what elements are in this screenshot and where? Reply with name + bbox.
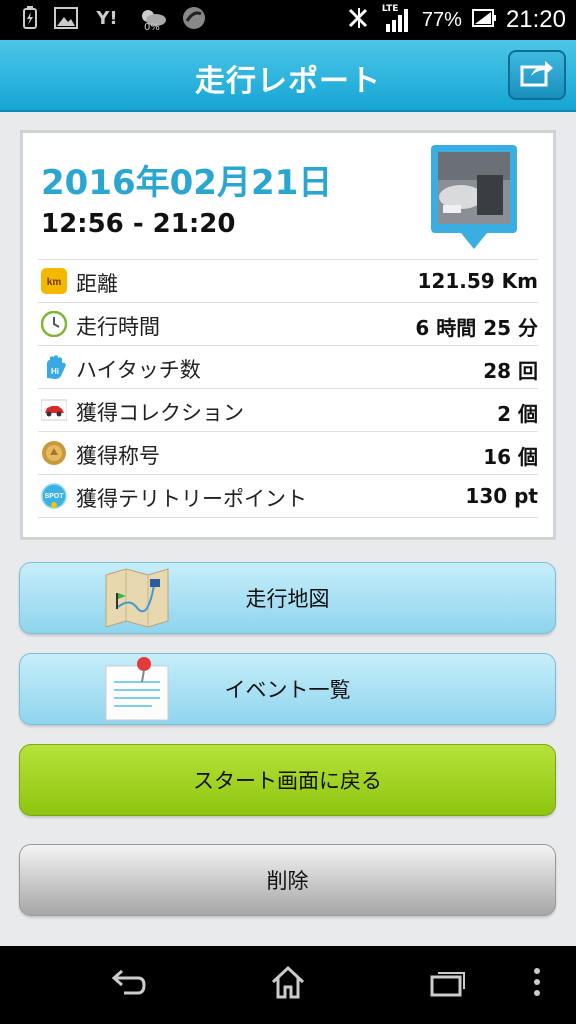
spot-icon: SPOT (41, 483, 67, 509)
home-icon (269, 964, 307, 1004)
share-icon (519, 58, 555, 92)
report-stats: km 距離 121.59 Km 走行時間 6 時間 25 分 Hi ハイタッチ数… (38, 259, 538, 518)
stat-row-collection: 獲得コレクション 2 個 (38, 388, 538, 431)
delete-label: 削除 (266, 869, 309, 893)
weather-icon: 0% (136, 6, 170, 33)
delete-button[interactable]: 削除 (19, 844, 556, 916)
svg-text:SPOT: SPOT (44, 493, 64, 500)
page-title: 走行レポート (195, 64, 381, 99)
status-bar: Y! 0% LTE 77% 21:20 (0, 0, 576, 40)
recent-apps-icon (429, 967, 467, 1001)
yahoo-icon: Y! (96, 7, 118, 29)
memo-pin-icon (104, 656, 170, 721)
menu-nav-button[interactable] (522, 964, 552, 1004)
hi-touch-icon: Hi (41, 354, 67, 380)
battery-percent: 77% (421, 8, 462, 31)
event-list-button[interactable]: イベント一覧 (19, 653, 556, 725)
app-icon (182, 6, 206, 30)
overflow-menu-icon (532, 967, 542, 1001)
stat-row-drive-time: 走行時間 6 時間 25 分 (38, 302, 538, 345)
gallery-icon (54, 6, 78, 30)
back-to-start-button[interactable]: スタート画面に戻る (19, 744, 556, 816)
clock-icon (40, 310, 68, 338)
drive-map-button[interactable]: 走行地図 (19, 562, 556, 634)
stat-row-territory: SPOT 獲得テリトリーポイント 130 pt (38, 474, 538, 518)
event-list-label: イベント一覧 (224, 678, 351, 702)
back-icon (108, 967, 148, 1001)
back-to-start-label: スタート画面に戻る (193, 769, 382, 793)
system-nav-bar (0, 946, 576, 1024)
report-card: 2016年02月21日 12:56 - 21:20 km 距離 121.59 K… (20, 130, 556, 540)
app-bar: 走行レポート (0, 40, 576, 112)
charging-icon (18, 6, 42, 30)
map-icon (104, 567, 170, 629)
medal-icon (41, 440, 67, 466)
share-button[interactable] (508, 50, 566, 100)
back-nav-button[interactable] (106, 964, 150, 1004)
report-date: 2016年02月21日 (41, 163, 333, 203)
car-icon (40, 397, 68, 423)
home-nav-button[interactable] (266, 964, 310, 1004)
bluetooth-icon (346, 6, 372, 34)
report-time-range: 12:56 - 21:20 (41, 209, 236, 239)
clock-time: 21:20 (505, 6, 566, 33)
stat-row-hi-touch: Hi ハイタッチ数 28 回 (38, 345, 538, 388)
signal-icon: LTE (382, 4, 412, 34)
battery-icon (471, 8, 496, 32)
stat-row-distance: km 距離 121.59 Km (38, 259, 538, 302)
photo-pin[interactable] (431, 145, 519, 253)
svg-text:km: km (47, 277, 62, 288)
recent-apps-nav-button[interactable] (426, 964, 470, 1004)
drive-map-label: 走行地図 (245, 587, 330, 611)
km-icon: km (41, 268, 67, 294)
svg-text:Hi: Hi (51, 367, 59, 376)
stat-row-titles: 獲得称号 16 個 (38, 431, 538, 474)
